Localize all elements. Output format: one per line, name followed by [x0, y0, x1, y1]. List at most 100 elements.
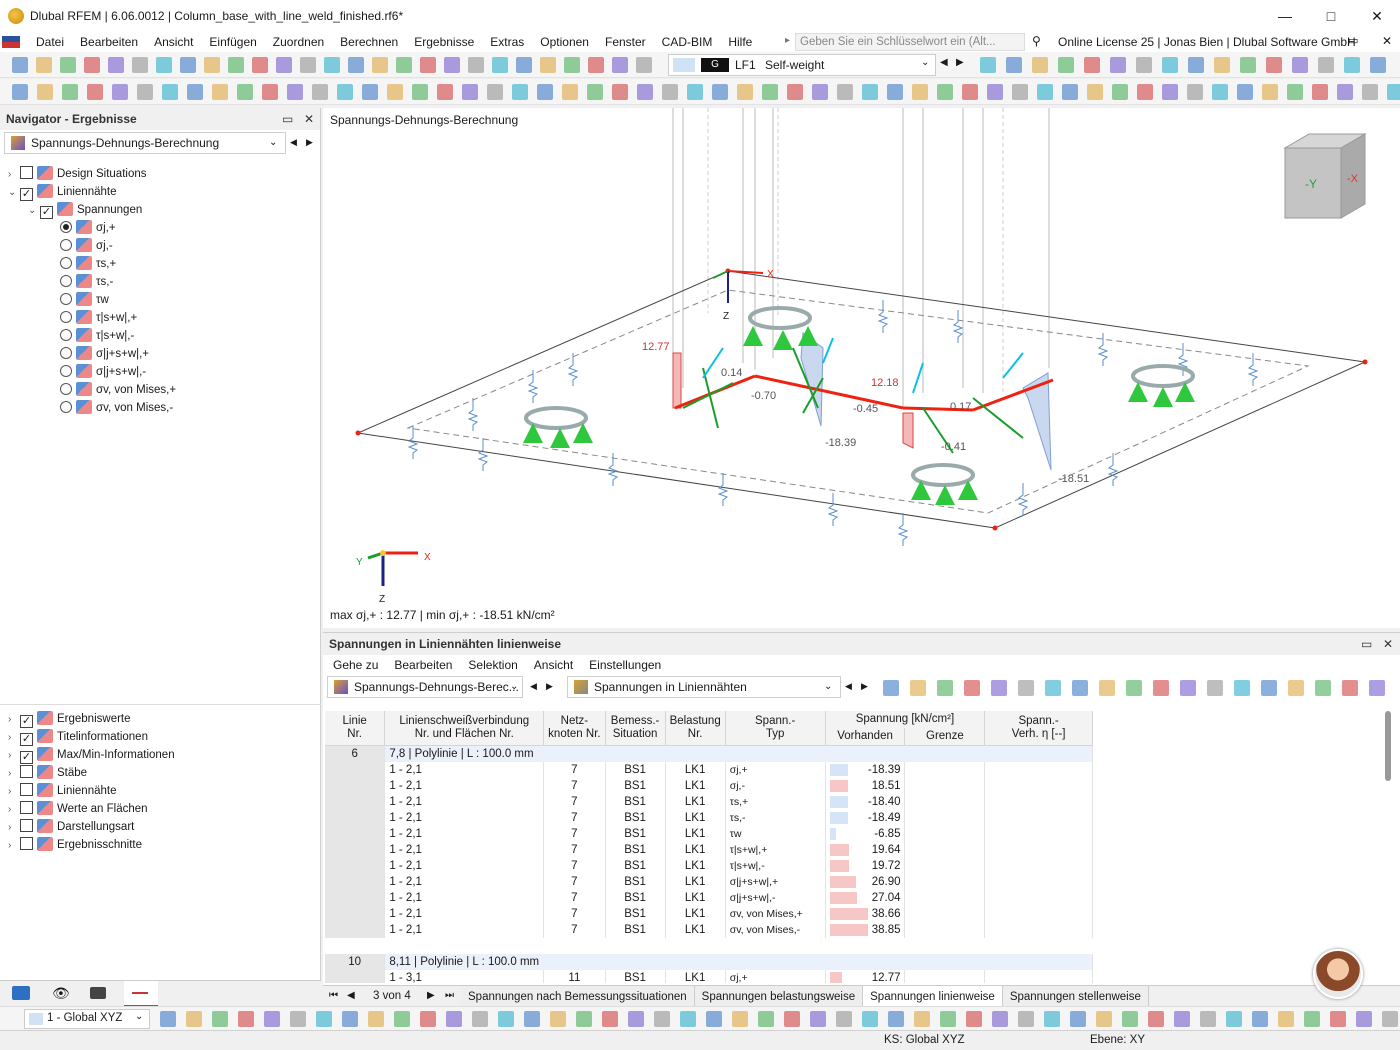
toolbar2-icon-0[interactable]: [12, 84, 28, 100]
toolbar2-icon-51[interactable]: [1287, 84, 1303, 100]
results-combo-1[interactable]: Spannungs-Dehnungs-Berec... ⌄: [327, 676, 523, 698]
toolbar-icon-19[interactable]: [468, 57, 484, 73]
chevron-right-icon[interactable]: ›: [8, 747, 20, 765]
radio-button[interactable]: [60, 257, 72, 269]
pin-icon[interactable]: ▭: [282, 108, 293, 130]
radio-button[interactable]: [60, 275, 72, 287]
table-row[interactable]: 1 - 2,1 7 BS1 LK1 τ|s+w|,- 19.72: [325, 857, 1093, 874]
results-toolbar-icon-11[interactable]: [1180, 680, 1196, 696]
toolbar2-icon-44[interactable]: [1112, 84, 1128, 100]
snap-icon-18[interactable]: [628, 1011, 644, 1027]
next-loadcase-button[interactable]: ▶: [956, 57, 964, 68]
toolbar2-icon-2[interactable]: [62, 84, 78, 100]
snap-icon-46[interactable]: [1356, 1011, 1372, 1027]
checkbox[interactable]: [20, 783, 33, 796]
snap-icon-1[interactable]: [186, 1011, 202, 1027]
toolbar2-icon-53[interactable]: [1337, 84, 1353, 100]
results-toolbar-icon-4[interactable]: [991, 680, 1007, 696]
results-tab-0[interactable]: Spannungen nach Bemessungssituationen: [461, 986, 695, 1008]
toolbar2-icon-46[interactable]: [1162, 84, 1178, 100]
results-tab-icon[interactable]: [124, 981, 158, 1007]
results-toolbar-icon-15[interactable]: [1288, 680, 1304, 696]
toolbar-icon-18[interactable]: [444, 57, 460, 73]
results-toolbar-icon-12[interactable]: [1207, 680, 1223, 696]
toolbar2-icon-34[interactable]: [862, 84, 878, 100]
toolbar2-icon-32[interactable]: [812, 84, 828, 100]
pin-icon[interactable]: ▭: [1361, 633, 1372, 655]
close-window-button[interactable]: ✕: [1354, 0, 1400, 32]
toolbar-icon-25[interactable]: [612, 57, 628, 73]
table-row[interactable]: 1 - 2,1 7 BS1 LK1 σv, von Mises,+ 38.66: [325, 905, 1093, 922]
radio-button[interactable]: [60, 347, 72, 359]
toolbar2-icon-30[interactable]: [762, 84, 778, 100]
menu-6[interactable]: Ergebnisse: [406, 32, 482, 52]
toolbar-icon-41[interactable]: [1344, 57, 1360, 73]
tree-item[interactable]: σ|j+s+w|,+: [48, 345, 149, 363]
snap-icon-23[interactable]: [758, 1011, 774, 1027]
menu-3[interactable]: Einfügen: [201, 32, 264, 52]
toolbar-icon-15[interactable]: [372, 57, 388, 73]
table-row[interactable]: 1 - 2,1 7 BS1 LK1 τs,+ -18.40: [325, 793, 1093, 810]
toolbar2-icon-24[interactable]: [612, 84, 628, 100]
prev-page-icon[interactable]: ◀: [347, 990, 355, 1001]
menu-8[interactable]: Optionen: [532, 32, 597, 52]
tree-item[interactable]: σj,-: [48, 237, 113, 255]
toolbar2-icon-15[interactable]: [387, 84, 403, 100]
results-toolbar-icon-9[interactable]: [1126, 680, 1142, 696]
toolbar2-icon-39[interactable]: [987, 84, 1003, 100]
snap-icon-34[interactable]: [1044, 1011, 1060, 1027]
toolbar-icon-6[interactable]: [156, 57, 172, 73]
results-menu-2[interactable]: Selektion: [460, 655, 525, 675]
radio-button[interactable]: [60, 365, 72, 377]
snap-icon-32[interactable]: [992, 1011, 1008, 1027]
chevron-right-icon[interactable]: ›: [8, 783, 20, 801]
snap-icon-36[interactable]: [1096, 1011, 1112, 1027]
toolbar-icon-16[interactable]: [396, 57, 412, 73]
prev-loadcase-button[interactable]: ◀: [940, 57, 948, 68]
snap-icon-47[interactable]: [1382, 1011, 1398, 1027]
snap-icon-29[interactable]: [914, 1011, 930, 1027]
table-row[interactable]: 1 - 2,1 7 BS1 LK1 τs,- -18.49: [325, 809, 1093, 826]
table-row[interactable]: 1 - 3,1 11 BS1 LK1 σj,+ 12.77: [325, 969, 1093, 983]
table-row[interactable]: 1 - 2,1 7 BS1 LK1 σv, von Mises,- 38.85: [325, 921, 1093, 938]
toolbar-icon-2[interactable]: [60, 57, 76, 73]
toolbar2-icon-35[interactable]: [887, 84, 903, 100]
toolbar2-icon-40[interactable]: [1012, 84, 1028, 100]
results-menu-3[interactable]: Ansicht: [526, 655, 581, 675]
prev-arrow-icon[interactable]: ◀: [290, 137, 297, 148]
results-tab-3[interactable]: Spannungen stellenweise: [1002, 986, 1149, 1008]
snap-icon-2[interactable]: [212, 1011, 228, 1027]
menu-9[interactable]: Fenster: [597, 32, 654, 52]
close-icon[interactable]: ✕: [304, 108, 314, 130]
radio-button[interactable]: [60, 239, 72, 251]
snap-icon-43[interactable]: [1278, 1011, 1294, 1027]
chevron-down-icon[interactable]: ⌄: [921, 57, 929, 68]
toolbar-icon-33[interactable]: [1136, 57, 1152, 73]
menu-5[interactable]: Berechnen: [332, 32, 406, 52]
tree-item[interactable]: σ|j+s+w|,-: [48, 363, 146, 381]
snap-icon-38[interactable]: [1148, 1011, 1164, 1027]
toolbar-icon-4[interactable]: [108, 57, 124, 73]
tree-item[interactable]: σj,+: [48, 219, 116, 237]
snap-icon-44[interactable]: [1304, 1011, 1320, 1027]
toolbar2-icon-9[interactable]: [237, 84, 253, 100]
toolbar2-icon-27[interactable]: [687, 84, 703, 100]
checkbox[interactable]: ✓: [20, 715, 33, 728]
snap-icon-45[interactable]: [1330, 1011, 1346, 1027]
snap-icon-11[interactable]: [446, 1011, 462, 1027]
toolbar-icon-3[interactable]: [84, 57, 100, 73]
results-toolbar-icon-18[interactable]: [1369, 680, 1385, 696]
toolbar-icon-31[interactable]: [1084, 57, 1100, 73]
data-tab-icon[interactable]: [12, 986, 30, 1000]
toolbar-icon-26[interactable]: [636, 57, 652, 73]
toolbar2-icon-22[interactable]: [562, 84, 578, 100]
toolbar-icon-21[interactable]: [516, 57, 532, 73]
toolbar-icon-38[interactable]: [1266, 57, 1282, 73]
display-tree-item[interactable]: › Darstellungsart: [8, 818, 134, 836]
toolbar2-icon-3[interactable]: [87, 84, 103, 100]
toolbar2-icon-37[interactable]: [937, 84, 953, 100]
toolbar-icon-28[interactable]: [1006, 57, 1022, 73]
results-toolbar-icon-16[interactable]: [1315, 680, 1331, 696]
prev-arrow-icon[interactable]: ◀: [530, 681, 537, 692]
toolbar2-icon-29[interactable]: [737, 84, 753, 100]
